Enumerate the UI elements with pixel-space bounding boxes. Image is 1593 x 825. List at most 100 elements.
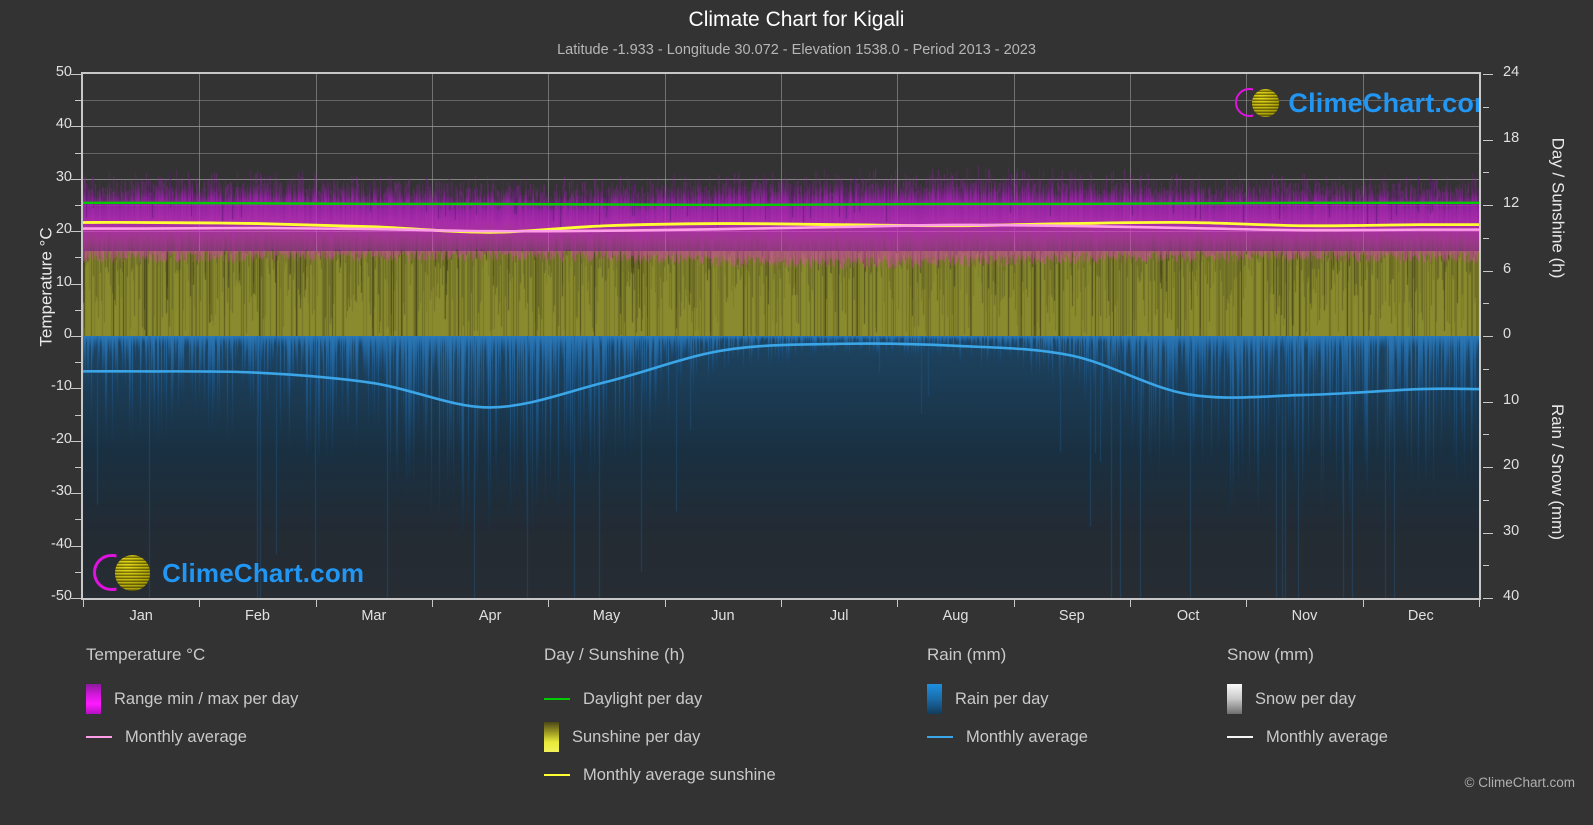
x-axis-tick: Apr [478,608,502,624]
tick-mark [71,388,81,390]
legend-item[interactable]: Sunshine per day [544,718,776,756]
tick-mark [1479,600,1480,607]
legend-group-temperature: Temperature °C Range min / max per day Mon… [86,645,298,756]
x-axis-tick: Mar [361,608,387,624]
x-axis-tick: Oct [1176,608,1200,624]
y-axis-left-tick: -20 [51,430,72,447]
legend-title: Day / Sunshine (h) [544,645,685,664]
legend-group-rain: Rain (mm) Rain per day Monthly average [927,645,1088,756]
tick-mark [1362,600,1364,607]
tick-mark-minor [1483,303,1489,305]
legend-line [927,736,953,738]
tick-mark [71,598,81,599]
tick-mark-minor [1483,270,1489,272]
tick-mark-minor [1483,139,1489,141]
tick-mark [1483,598,1493,599]
page-title: Climate Chart for Kigali [688,8,905,31]
tick-mark [1483,401,1493,403]
tick-mark [1130,600,1131,607]
legend-label: Monthly average [125,727,247,746]
legend-line [544,698,570,700]
x-axis-tick: Jan [129,608,153,624]
legend-line-marker [927,736,953,738]
legend-item[interactable]: Daylight per day [544,680,776,718]
legend-group-day-sunshine: Day / Sunshine (h) Daylight per day Sunshi… [544,645,776,794]
tick-mark [315,600,317,607]
legend-item[interactable]: Monthly average [86,718,298,756]
legend-item[interactable]: Range min / max per day [86,680,298,718]
tick-mark [1013,600,1015,607]
tick-mark [199,600,201,607]
legend-swatch [927,684,942,714]
plot-area: ClimeChart.com ClimeChart.com [81,72,1481,600]
tick-mark-minor [1483,434,1489,436]
tick-mark [71,545,81,547]
x-axis-tick: Dec [1407,608,1434,624]
y-axis-left-tick: -30 [51,483,72,500]
tick-mark [71,178,81,180]
legend: Temperature °C Range min / max per day Mon… [0,645,1593,825]
tick-mark [781,600,782,607]
page-subtitle: Latitude -1.933 - Longitude 30.072 - Ele… [557,42,1036,58]
tick-mark [71,440,81,442]
legend-item[interactable]: Monthly average sunshine [544,756,776,794]
legend-swatch [1227,684,1242,714]
y-axis-right-lower-tick: 40 [1503,588,1520,604]
legend-item[interactable]: Monthly average [1227,718,1388,756]
legend-label: Monthly average sunshine [583,765,776,784]
legend-label: Monthly average [1266,727,1388,746]
x-axis-tick: Sep [1058,608,1085,624]
legend-item[interactable]: Snow per day [1227,680,1388,718]
legend-label: Sunshine per day [572,727,701,746]
tick-mark-minor [1483,205,1489,206]
legend-line-marker [86,736,112,738]
x-axis-tick: Nov [1291,608,1318,624]
tick-mark [71,493,81,495]
tick-mark [1483,532,1493,534]
legend-swatch [86,684,101,714]
legend-swatch [544,722,559,752]
tick-mark [1483,74,1493,75]
x-axis-tick: May [592,608,621,624]
legend-line [544,774,570,776]
y-axis-right-lower-tick: 20 [1503,457,1520,473]
legend-group-snow: Snow (mm) Snow per day Monthly average [1227,645,1388,756]
legend-label: Range min / max per day [114,689,299,708]
tick-mark-minor [1483,565,1489,567]
legend-label: Monthly average [966,727,1088,746]
tick-mark [71,126,81,128]
tick-mark [1246,600,1248,607]
rain-average-line [83,344,1479,408]
tick-mark [548,600,550,607]
tick-mark-minor [1483,172,1489,174]
daylight-line [83,203,1479,205]
climate-chart-page: Climate Chart for Kigali Latitude -1.933… [0,0,1593,825]
legend-line [86,736,112,738]
y-axis-right-lower-tick: 10 [1503,391,1520,408]
legend-item[interactable]: Monthly average [927,718,1088,756]
y-axis-right-upper-tick: 24 [1503,64,1520,80]
y-axis-right-lower-tick: 30 [1503,522,1520,539]
y-axis-right-upper-tick: 6 [1503,260,1512,277]
tick-mark [71,74,81,75]
y-axis-left-tick: 30 [55,168,72,185]
y-axis-left-tick: 10 [55,273,72,290]
y-axis-left-tick: 40 [55,116,72,133]
legend-label: Daylight per day [583,689,703,708]
legend-item[interactable]: Rain per day [927,680,1088,718]
legend-line-marker [544,774,570,776]
y-axis-left-tick: -10 [51,378,72,395]
tick-mark [83,600,84,607]
tick-mark [1483,467,1493,468]
tick-mark [71,231,81,233]
x-axis-tick: Aug [942,608,969,624]
legend-title: Rain (mm) [927,645,1007,664]
tick-mark [71,283,81,285]
tick-mark-minor [1483,368,1489,370]
tick-mark [432,600,433,607]
y-axis-left-tick: 50 [55,64,72,80]
series-lines [83,74,1479,598]
legend-title: Temperature °C [86,645,206,664]
tick-mark [71,336,81,337]
x-axis-tick: Feb [245,608,270,624]
